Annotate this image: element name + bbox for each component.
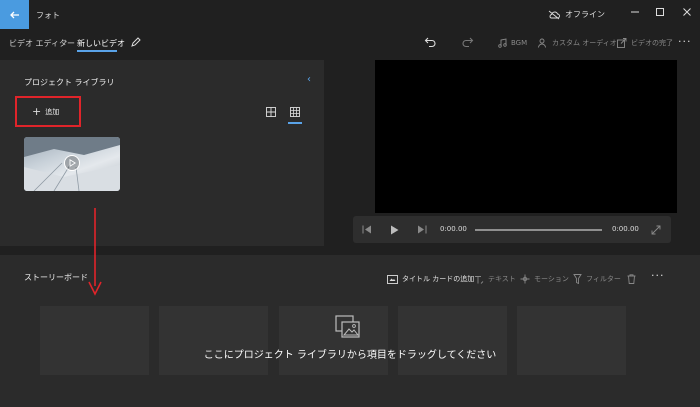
offline-label: オフライン <box>565 10 605 19</box>
minimize-icon <box>631 11 639 13</box>
close-button[interactable] <box>680 5 694 19</box>
offline-status[interactable]: オフライン <box>548 9 605 20</box>
storyboard-title: ストーリーボード <box>24 273 88 282</box>
view-selected-indicator <box>288 122 302 124</box>
close-icon <box>683 8 691 16</box>
back-arrow-icon <box>9 11 19 18</box>
drop-hint-text: ここにプロジェクト ライブラリから項目をドラッグしてください <box>203 350 497 361</box>
storyboard-slot[interactable] <box>159 306 268 375</box>
filter-button[interactable]: フィルター <box>573 274 621 284</box>
play-icon[interactable] <box>390 225 399 235</box>
next-frame-icon[interactable] <box>417 225 427 234</box>
large-grid-view-icon[interactable] <box>266 107 276 117</box>
add-title-card-label: タイトル カードの追加 <box>402 275 475 283</box>
storyboard-slot[interactable] <box>398 306 507 375</box>
finish-video-button[interactable]: ビデオの完了 <box>617 38 673 48</box>
finish-video-label: ビデオの完了 <box>631 39 673 47</box>
total-time: 0:00.00 <box>612 225 639 233</box>
bgm-label: BGM <box>511 39 528 47</box>
text-button[interactable]: テキスト <box>474 274 516 284</box>
app-title: フォト <box>36 11 60 20</box>
motion-button[interactable]: モーション <box>520 274 569 284</box>
storyboard-slot[interactable] <box>279 306 388 375</box>
expand-icon[interactable] <box>651 225 661 235</box>
maximize-icon <box>656 8 664 16</box>
text-label: テキスト <box>488 275 516 283</box>
project-library-title: プロジェクト ライブラリ <box>24 78 115 87</box>
cloud-offline-icon <box>548 10 560 19</box>
motion-label: モーション <box>534 275 569 283</box>
title-bar: フォト オフライン <box>0 0 700 30</box>
rename-pencil-icon[interactable] <box>130 36 142 48</box>
storyboard-slot[interactable] <box>517 306 626 375</box>
breadcrumb-underline <box>77 50 117 52</box>
custom-audio-label: カスタム オーディオ <box>552 39 617 47</box>
storyboard-panel: ストーリーボード タイトル カードの追加 テキスト モーション フィルター ··… <box>0 255 700 407</box>
more-options-icon[interactable]: ··· <box>678 35 692 48</box>
annotation-arrow <box>88 208 102 296</box>
maximize-button[interactable] <box>653 5 667 19</box>
custom-audio-button[interactable]: カスタム オーディオ <box>538 38 617 48</box>
motion-icon <box>520 274 530 284</box>
video-thumbnail[interactable] <box>24 137 120 191</box>
play-overlay-icon <box>64 155 80 171</box>
title-card-icon <box>387 274 398 284</box>
export-icon <box>617 38 627 48</box>
filter-icon <box>573 274 582 284</box>
storyboard-more-options-icon[interactable]: ··· <box>651 269 665 282</box>
add-label: 追加 <box>45 107 60 116</box>
back-button[interactable] <box>0 0 29 29</box>
music-note-icon <box>498 38 507 48</box>
collapse-chevron-icon[interactable]: ‹ <box>307 74 311 85</box>
add-button[interactable]: + 追加 <box>15 96 81 127</box>
delete-trash-icon[interactable] <box>627 274 636 284</box>
undo-icon[interactable] <box>424 36 437 48</box>
bgm-button[interactable]: BGM <box>498 38 527 48</box>
storyboard-slot[interactable] <box>40 306 149 375</box>
text-icon <box>475 275 484 284</box>
person-audio-icon <box>538 38 546 48</box>
project-library-panel: プロジェクト ライブラリ ‹ + 追加 <box>0 60 324 246</box>
breadcrumb-current-project[interactable]: 新しいビデオ <box>77 38 125 49</box>
editor-toolbar: ビデオ エディター › 新しいビデオ BGM カスタム オーディオ ビデオの完了 <box>0 30 700 55</box>
plus-icon: + <box>32 105 42 118</box>
filter-label: フィルター <box>586 275 621 283</box>
previous-frame-icon[interactable] <box>362 225 372 234</box>
video-preview <box>375 60 677 213</box>
minimize-button[interactable] <box>628 5 642 19</box>
redo-icon[interactable] <box>461 36 474 48</box>
current-time: 0:00.00 <box>440 225 467 233</box>
drop-images-icon <box>335 315 360 338</box>
add-title-card-button[interactable]: タイトル カードの追加 <box>387 274 474 284</box>
small-grid-view-icon[interactable] <box>290 107 300 117</box>
seek-bar[interactable] <box>475 229 602 231</box>
breadcrumb-separator: › <box>64 37 68 47</box>
